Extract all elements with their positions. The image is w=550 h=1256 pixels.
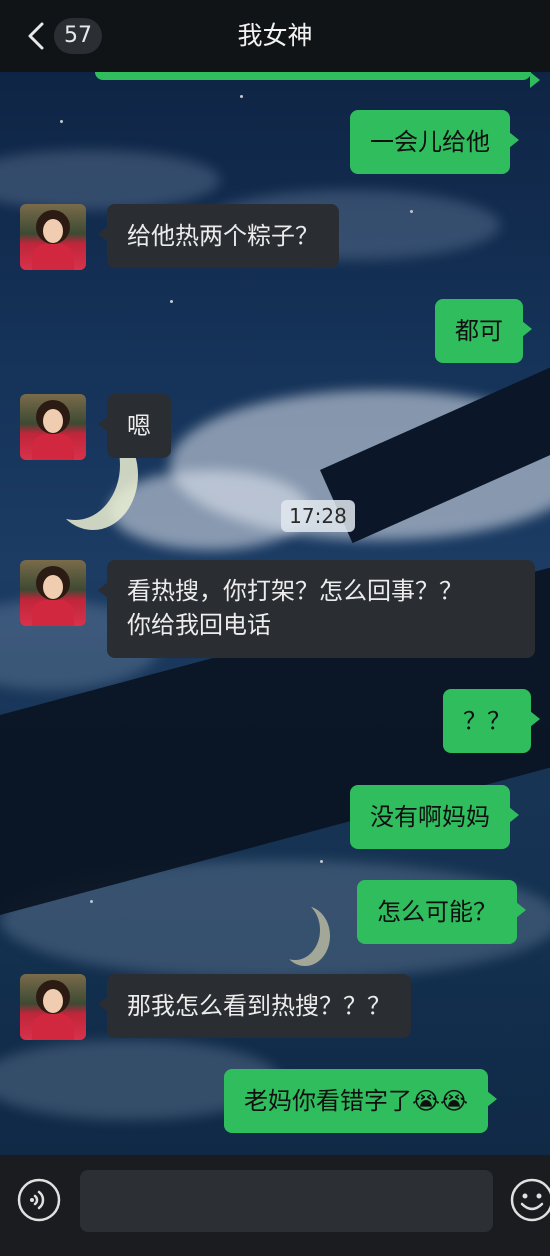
message-bubble[interactable]: 那我怎么看到热搜？？？ (98, 974, 411, 1038)
emoji-icon[interactable] (510, 1178, 550, 1222)
message-bubble[interactable]: 没有啊妈妈 (350, 785, 519, 849)
voice-icon[interactable] (17, 1178, 61, 1222)
message-bubble[interactable]: 给他热两个粽子？ (98, 204, 339, 268)
message-bubble[interactable]: 看热搜，你打架？怎么回事？？ 你给我回电话 (98, 560, 535, 658)
timestamp: 17:28 (281, 500, 355, 532)
message-line: 看热搜，你打架？怎么回事？？ (127, 577, 463, 605)
contact-avatar[interactable] (20, 204, 86, 270)
message-line: 你给我回电话 (127, 611, 271, 639)
message-bubble[interactable]: 嗯 (98, 394, 171, 458)
contact-avatar[interactable] (20, 394, 86, 460)
contact-avatar[interactable] (20, 974, 86, 1040)
message-bubble[interactable]: 都可 (435, 299, 532, 363)
chat-header: 57 我女神 (0, 0, 550, 72)
message-bubble[interactable]: 一会儿给他 (350, 110, 519, 174)
chat-title: 我女神 (237, 21, 313, 50)
message-bubble[interactable]: 怎么可能？ (357, 880, 526, 944)
message-bubble[interactable]: 老妈你看错字了😭😭 (224, 1069, 498, 1133)
message-input[interactable] (80, 1170, 493, 1232)
message-bubble[interactable]: ？？ (443, 689, 540, 753)
contact-avatar[interactable] (20, 560, 86, 626)
